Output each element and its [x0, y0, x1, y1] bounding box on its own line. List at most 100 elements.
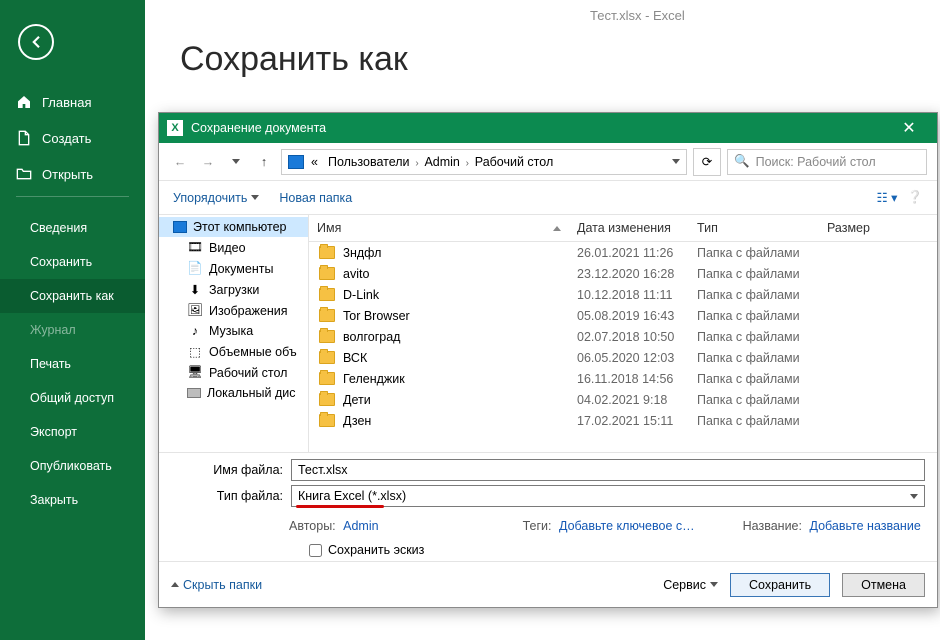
folder-icon: [319, 267, 335, 280]
nav-Экспорт[interactable]: Экспорт: [0, 415, 145, 449]
img-icon: 🖼: [187, 303, 203, 318]
save-thumbnail-label: Сохранить эскиз: [328, 543, 424, 557]
tree-item[interactable]: 🖼Изображения: [159, 300, 308, 321]
search-input[interactable]: 🔍 Поиск: Рабочий стол: [727, 149, 927, 175]
cube-icon: ⬚: [187, 344, 203, 359]
excel-icon: X: [167, 120, 183, 136]
refresh-button[interactable]: ⟳: [693, 148, 721, 176]
nav-new[interactable]: Создать: [0, 120, 145, 156]
file-row[interactable]: Дети04.02.2021 9:18Папка с файлами: [309, 389, 937, 410]
nav-Закрыть[interactable]: Закрыть: [0, 483, 145, 517]
save-thumbnail-checkbox[interactable]: [309, 544, 322, 557]
nav-Печать[interactable]: Печать: [0, 347, 145, 381]
nav-up-button[interactable]: ↑: [253, 151, 275, 173]
save-button[interactable]: Сохранить: [730, 573, 830, 597]
tree-item[interactable]: 📄Документы: [159, 258, 308, 279]
video-icon: 🎞: [187, 240, 203, 255]
search-icon: 🔍: [734, 154, 750, 169]
filename-input[interactable]: [291, 459, 925, 481]
file-row[interactable]: 3ндфл26.01.2021 11:26Папка с файлами: [309, 242, 937, 263]
address-bar[interactable]: « Пользователи › Admin › Рабочий стол: [281, 149, 687, 175]
address-dropdown-icon[interactable]: [672, 159, 680, 164]
file-list: Имя Дата изменения Тип Размер 3ндфл26.01…: [309, 215, 937, 452]
folder-icon: [319, 246, 335, 259]
tree-item[interactable]: Локальный дис: [159, 383, 308, 403]
pc-icon: [173, 221, 187, 233]
help-button[interactable]: ❔: [907, 190, 923, 205]
breadcrumb-2[interactable]: Рабочий стол: [472, 154, 556, 170]
dialog-footer: Скрыть папки Сервис Сохранить Отмена: [159, 561, 937, 607]
view-options-button[interactable]: ☷ ▾: [876, 190, 897, 205]
sort-asc-icon: [553, 226, 561, 231]
nav-history-dropdown[interactable]: [225, 151, 247, 173]
column-size[interactable]: Размер: [819, 215, 889, 241]
tree-item[interactable]: 🖥Рабочий стол: [159, 362, 308, 383]
tools-menu[interactable]: Сервис: [663, 578, 718, 592]
close-button[interactable]: ✕: [889, 113, 929, 143]
tree-item[interactable]: ⬇Загрузки: [159, 279, 308, 300]
file-row[interactable]: D-Link10.12.2018 11:11Папка с файлами: [309, 284, 937, 305]
nav-home[interactable]: Главная: [0, 84, 145, 120]
filename-label: Имя файла:: [171, 463, 291, 477]
folder-icon: [319, 351, 335, 364]
back-button[interactable]: [18, 24, 54, 60]
tree-item[interactable]: ⬚Объемные объ: [159, 341, 308, 362]
nav-Опубликовать[interactable]: Опубликовать: [0, 449, 145, 483]
tree-item[interactable]: ♪Музыка: [159, 321, 308, 341]
nav-Сохранить[interactable]: Сохранить: [0, 245, 145, 279]
file-row[interactable]: волгоград02.07.2018 10:50Папка с файлами: [309, 326, 937, 347]
organize-menu[interactable]: Упорядочить: [173, 191, 259, 205]
nav-Сведения[interactable]: Сведения: [0, 211, 145, 245]
backstage-sidebar: Главная Создать Открыть СведенияСохранит…: [0, 0, 145, 640]
hide-folders-toggle[interactable]: Скрыть папки: [171, 578, 262, 592]
chevron-up-icon: [171, 582, 179, 587]
file-new-icon: [16, 130, 32, 146]
home-icon: [16, 94, 32, 110]
title-input[interactable]: Добавьте название: [809, 519, 920, 533]
nav-back-button[interactable]: ←: [169, 151, 191, 173]
folder-tree[interactable]: Этот компьютер🎞Видео📄Документы⬇Загрузки🖼…: [159, 215, 309, 452]
nav-Общий доступ[interactable]: Общий доступ: [0, 381, 145, 415]
tree-item[interactable]: Этот компьютер: [159, 217, 308, 237]
breadcrumb-0[interactable]: Пользователи: [325, 154, 413, 170]
column-type[interactable]: Тип: [689, 215, 819, 241]
file-metadata-row: Авторы: Admin Теги: Добавьте ключевое с……: [159, 513, 937, 535]
music-icon: ♪: [187, 324, 203, 338]
nav-open[interactable]: Открыть: [0, 156, 145, 192]
folder-icon: [319, 330, 335, 343]
doc-icon: 📄: [187, 261, 203, 276]
dl-icon: ⬇: [187, 282, 203, 297]
folder-icon: [319, 372, 335, 385]
chevron-down-icon: [710, 582, 718, 587]
tags-label: Теги:: [523, 519, 552, 533]
authors-label: Авторы:: [289, 519, 336, 533]
cancel-button[interactable]: Отмена: [842, 573, 925, 597]
tree-item[interactable]: 🎞Видео: [159, 237, 308, 258]
file-row[interactable]: Tor Browser05.08.2019 16:43Папка с файла…: [309, 305, 937, 326]
new-folder-button[interactable]: Новая папка: [279, 191, 352, 205]
file-row[interactable]: Дзен17.02.2021 15:11Папка с файлами: [309, 410, 937, 431]
tags-input[interactable]: Добавьте ключевое с…: [559, 519, 695, 533]
breadcrumb-1[interactable]: Admin: [421, 154, 462, 170]
app-title: Тест.xlsx - Excel: [590, 8, 685, 23]
save-as-dialog: X Сохранение документа ✕ ← → ↑ « Пользов…: [158, 112, 938, 608]
column-date[interactable]: Дата изменения: [569, 215, 689, 241]
nav-Журнал[interactable]: Журнал: [0, 313, 145, 347]
folder-icon: [319, 414, 335, 427]
dialog-titlebar: X Сохранение документа ✕: [159, 113, 937, 143]
chevron-down-icon: [910, 494, 918, 499]
filetype-dropdown[interactable]: Книга Excel (*.xlsx): [291, 485, 925, 507]
filetype-label: Тип файла:: [171, 489, 291, 503]
file-row[interactable]: ВСК06.05.2020 12:03Папка с файлами: [309, 347, 937, 368]
arrow-left-icon: [27, 33, 45, 51]
column-name[interactable]: Имя: [309, 215, 569, 241]
nav-Сохранить как[interactable]: Сохранить как: [0, 279, 145, 313]
file-row[interactable]: avito23.12.2020 16:28Папка с файлами: [309, 263, 937, 284]
dialog-nav-toolbar: ← → ↑ « Пользователи › Admin › Рабочий с…: [159, 143, 937, 181]
annotation-highlight: [296, 505, 384, 508]
nav-forward-button[interactable]: →: [197, 151, 219, 173]
file-row[interactable]: Геленджик16.11.2018 14:56Папка с файлами: [309, 368, 937, 389]
folder-icon: [319, 393, 335, 406]
desk-icon: 🖥: [187, 365, 203, 380]
authors-value[interactable]: Admin: [343, 519, 378, 533]
